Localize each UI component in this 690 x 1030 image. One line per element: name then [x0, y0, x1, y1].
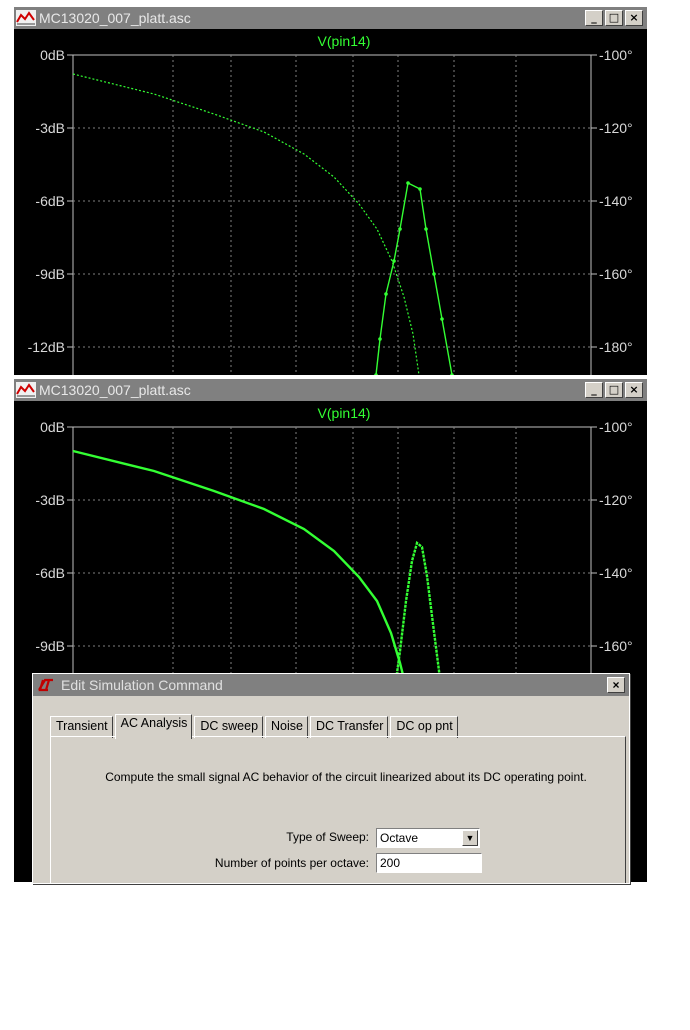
right-axis-tick-label: -140° [599, 193, 633, 209]
phase-trace[interactable] [375, 181, 453, 375]
analysis-tabs: Transient AC Analysis DC sweep Noise DC … [50, 714, 460, 739]
sweep-type-select[interactable]: Octave ▼ [376, 828, 480, 848]
phase-point [378, 337, 382, 341]
window-title-bar[interactable]: MC13020_007_platt.asc _ □ × [14, 7, 647, 29]
analysis-description: Compute the small signal AC behavior of … [105, 770, 587, 784]
maximize-button[interactable]: □ [605, 10, 623, 26]
magnitude-trace[interactable] [72, 73, 420, 375]
phase-point [450, 373, 454, 375]
phase-point [418, 187, 422, 191]
close-button[interactable]: × [625, 382, 643, 398]
tab-noise[interactable]: Noise [265, 716, 308, 738]
phase-point [384, 292, 388, 296]
left-axis-tick-label: -9dB [35, 638, 65, 654]
close-button[interactable]: × [625, 10, 643, 26]
left-axis-tick-label: 0dB [40, 47, 65, 63]
sweep-type-value: Octave [380, 831, 419, 845]
phase-point [398, 227, 402, 231]
right-axis-tick-label: -100° [599, 47, 633, 63]
right-axis-tick-label: -180° [599, 339, 633, 355]
phase-point [392, 259, 396, 263]
left-axis-tick-label: -6dB [35, 565, 65, 581]
dialog-title-bar[interactable]: Edit Simulation Command × [33, 674, 629, 696]
waveform-plot[interactable]: V(pin14) 0dB -3dB -6dB -9dB -12dB -100° -120°… [14, 29, 647, 375]
tab-transient[interactable]: Transient [50, 716, 113, 738]
sweep-type-label: Type of Sweep: [286, 830, 369, 844]
waveform-app-icon [16, 382, 36, 398]
phase-point [406, 181, 410, 185]
right-axis-tick-label: -160° [599, 638, 633, 654]
tab-dc-transfer[interactable]: DC Transfer [310, 716, 389, 738]
points-per-octave-input[interactable]: 200 [376, 853, 482, 873]
minimize-button[interactable]: _ [585, 10, 603, 26]
minimize-button[interactable]: _ [585, 382, 603, 398]
tab-ac-analysis[interactable]: AC Analysis [114, 714, 193, 739]
right-axis-tick-label: -140° [599, 565, 633, 581]
left-axis-tick-label: -3dB [35, 492, 65, 508]
magnitude-trace[interactable] [72, 449, 409, 692]
phase-point [432, 272, 436, 276]
window-title-bar[interactable]: MC13020_007_platt.asc _ □ × [14, 379, 647, 401]
tab-dc-op-pnt[interactable]: DC op pnt [390, 716, 458, 738]
tab-dc-sweep[interactable]: DC sweep [194, 716, 264, 738]
left-axis-tick-label: -9dB [35, 266, 65, 282]
phase-point [440, 317, 444, 321]
window-title: MC13020_007_platt.asc [39, 382, 191, 398]
points-per-octave-label: Number of points per octave: [214, 856, 369, 870]
dialog-close-button[interactable]: × [607, 677, 625, 693]
waveform-window-2: MC13020_007_platt.asc _ □ × V(pin14) 0dB… [14, 379, 647, 884]
left-axis-tick-label: 0dB [40, 419, 65, 435]
waveform-window-1: MC13020_007_platt.asc _ □ × V(pin14) 0dB… [14, 7, 647, 375]
ltspice-logo-icon [38, 678, 53, 692]
waveform-app-icon [16, 10, 36, 26]
edit-simulation-command-dialog: Edit Simulation Command × Transient AC A… [32, 673, 630, 884]
ac-analysis-panel: Compute the small signal AC behavior of … [50, 736, 626, 883]
right-axis-tick-label: -120° [599, 120, 633, 136]
maximize-button[interactable]: □ [605, 382, 623, 398]
right-axis-tick-label: -100° [599, 419, 633, 435]
left-axis-tick-label: -3dB [35, 120, 65, 136]
trace-label[interactable]: V(pin14) [318, 405, 371, 421]
phase-point [374, 373, 378, 375]
left-axis-tick-label: -12dB [28, 339, 65, 355]
dropdown-arrow-icon[interactable]: ▼ [462, 830, 478, 846]
dialog-title: Edit Simulation Command [61, 677, 223, 693]
window-title: MC13020_007_platt.asc [39, 10, 191, 26]
phase-point [424, 227, 428, 231]
left-axis-tick-label: -6dB [35, 193, 65, 209]
trace-label[interactable]: V(pin14) [318, 33, 371, 49]
right-axis-tick-label: -120° [599, 492, 633, 508]
right-axis-tick-label: -160° [599, 266, 633, 282]
